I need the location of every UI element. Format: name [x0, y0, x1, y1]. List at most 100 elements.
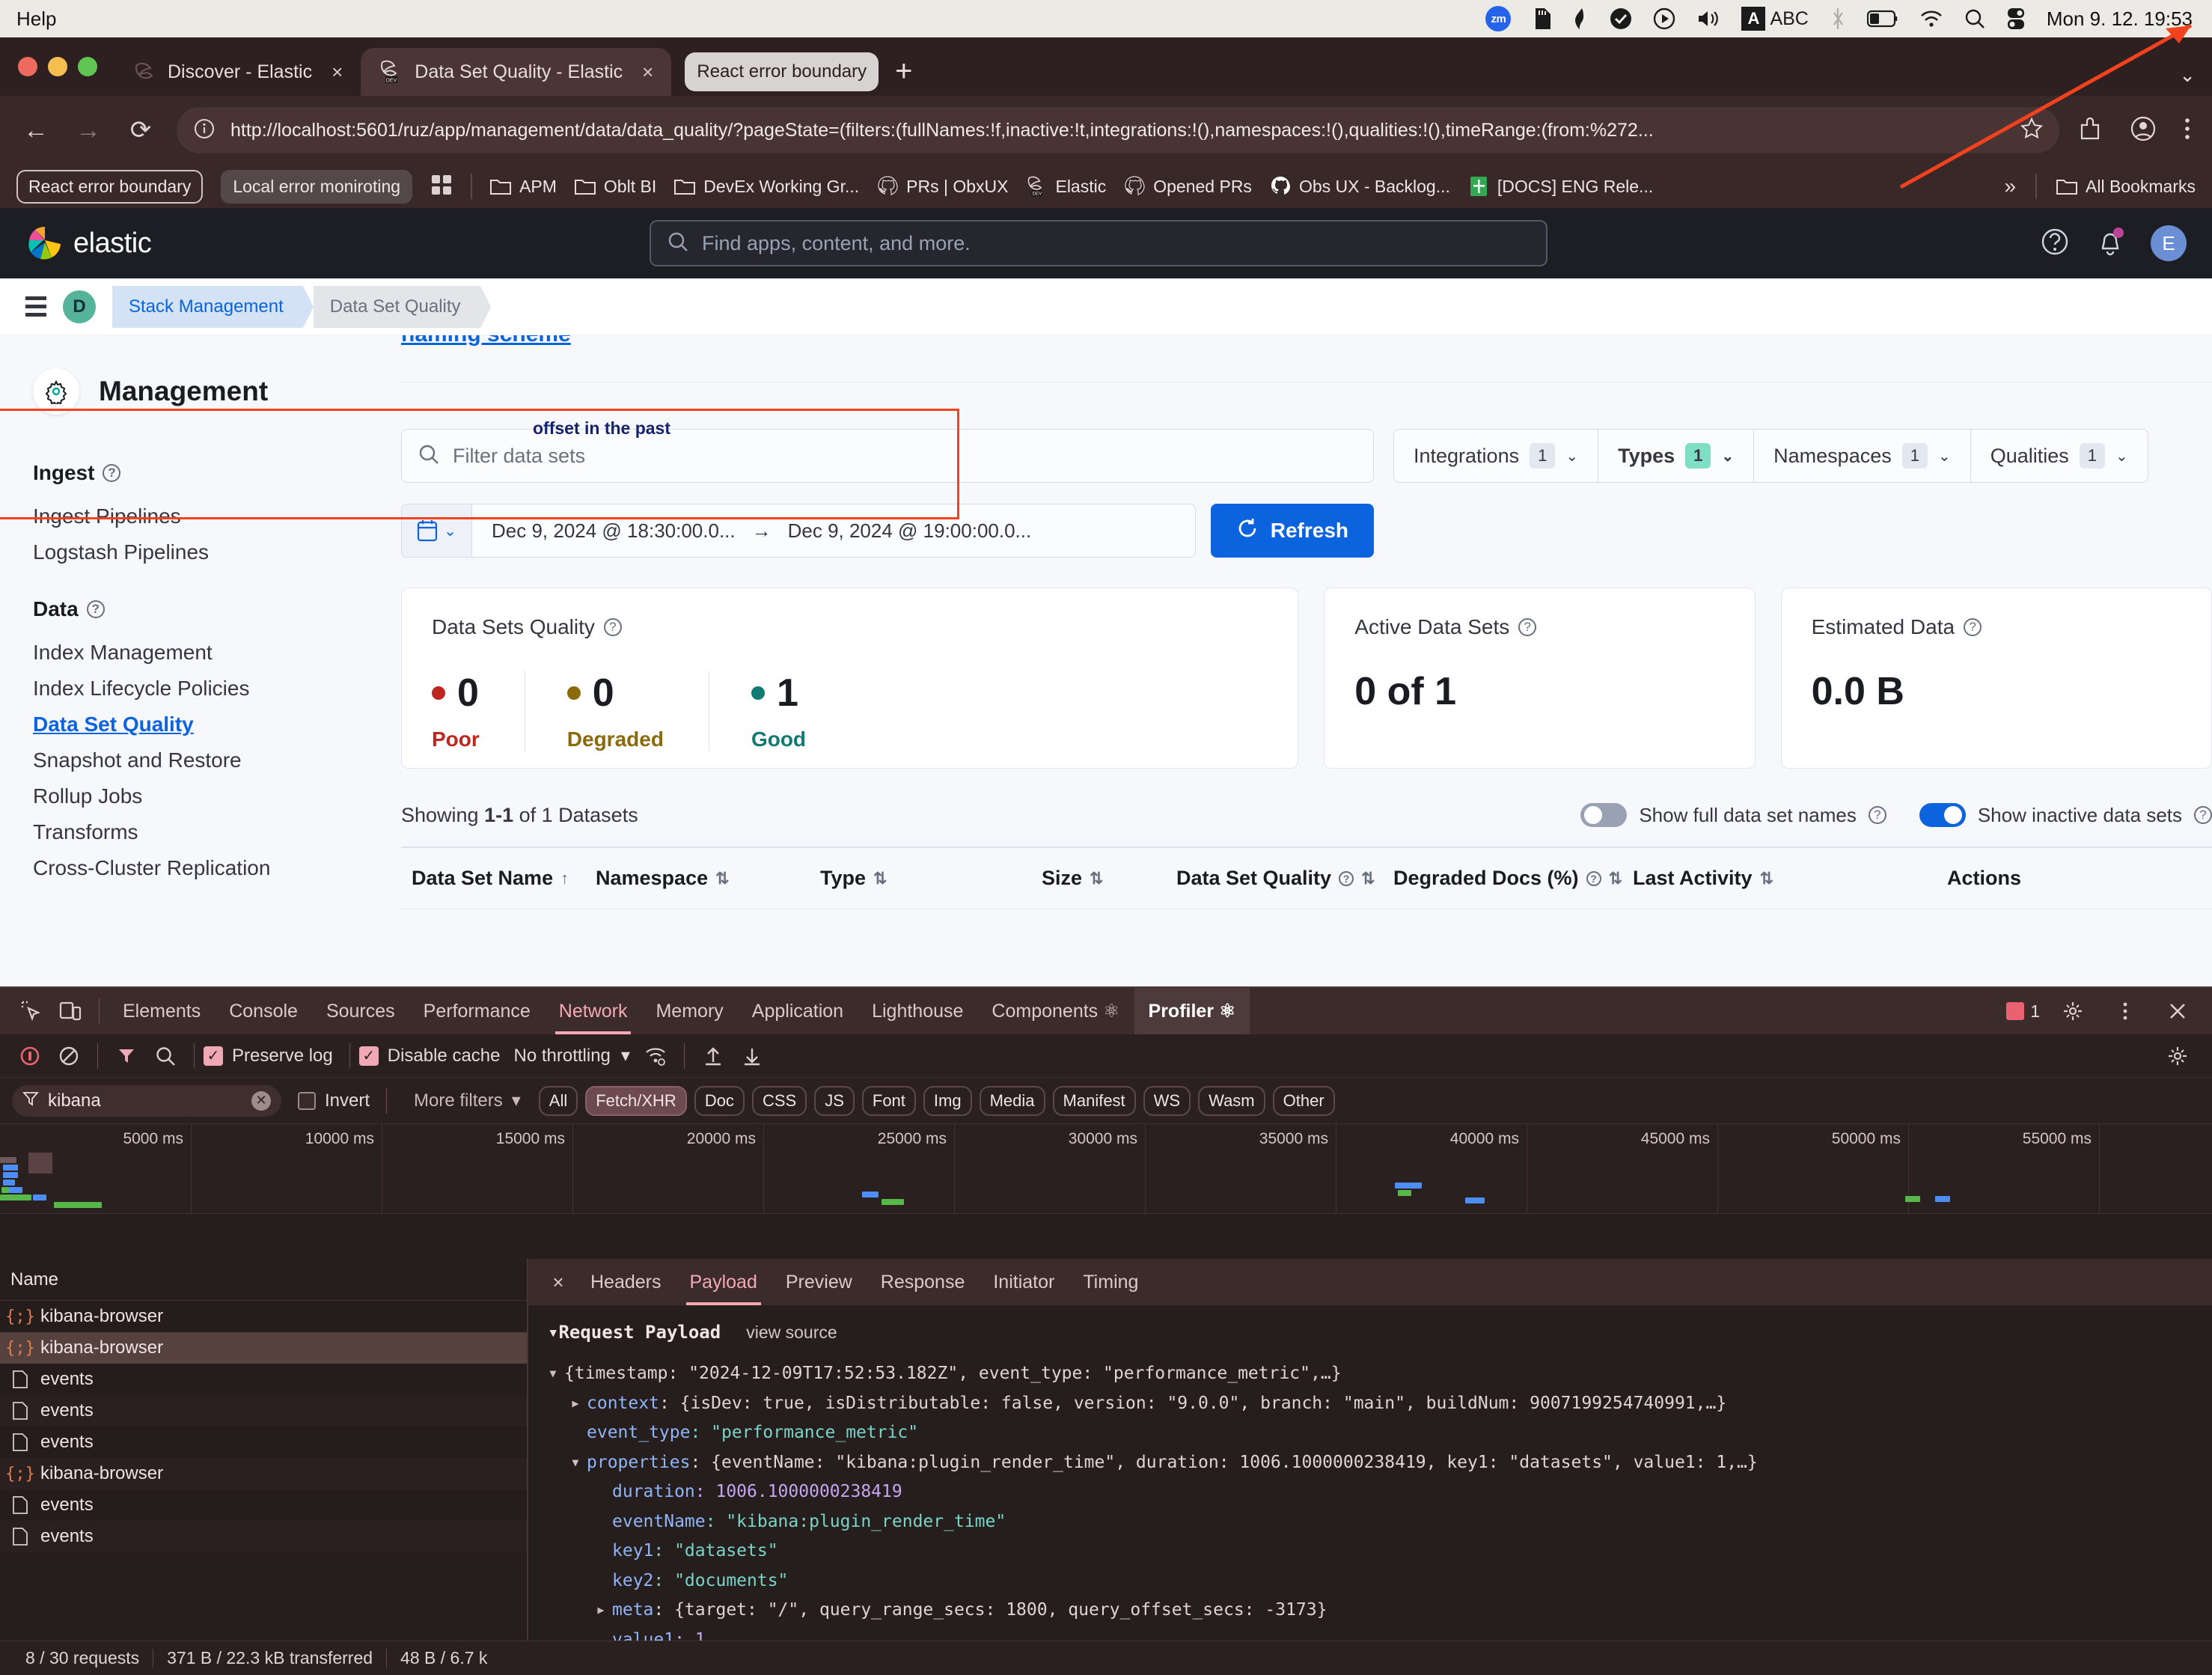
devtools-tab-console[interactable]: Console	[215, 988, 312, 1034]
address-bar[interactable]: http://localhost:5601/ruz/app/management…	[177, 107, 2059, 153]
battery-icon[interactable]	[1866, 10, 1898, 28]
sidebar-item-data-set-quality[interactable]: Data Set Quality	[33, 707, 367, 742]
checkbox[interactable]: ✓	[358, 1046, 379, 1066]
detail-tab-headers[interactable]: Headers	[576, 1259, 676, 1305]
devtools-tab-performance[interactable]: Performance	[409, 988, 545, 1034]
clear-x-icon[interactable]: ✕	[251, 1090, 271, 1111]
pill-wasm[interactable]: Wasm	[1198, 1085, 1265, 1116]
help-icon[interactable]: ?	[1868, 806, 1886, 824]
sort-icon[interactable]: ⇅	[1361, 869, 1375, 888]
throttling-select[interactable]: No throttling ▾	[513, 1045, 629, 1067]
pill-js[interactable]: JS	[814, 1085, 855, 1116]
record-icon[interactable]	[10, 1034, 49, 1078]
view-source-link[interactable]: view source	[746, 1322, 837, 1343]
checkbox-disable-cache[interactable]: ✓ Disable cache	[358, 1046, 500, 1067]
disclosure-triangle-icon[interactable]: ▾	[548, 1359, 564, 1389]
pill-other[interactable]: Other	[1272, 1085, 1335, 1116]
clock[interactable]: Mon 9. 12. 19:53	[2047, 7, 2193, 31]
pill-fetch-xhr[interactable]: Fetch/XHR	[585, 1085, 687, 1116]
sort-icon[interactable]: ⇅	[873, 869, 887, 888]
star-icon[interactable]	[2020, 117, 2043, 144]
device-toolbar-icon[interactable]	[51, 988, 90, 1034]
pill-font[interactable]: Font	[861, 1085, 916, 1116]
filter-types[interactable]: Types 1 ⌄	[1598, 430, 1755, 482]
filter-icon[interactable]	[107, 1034, 146, 1078]
disclosure-triangle-icon[interactable]: ▸	[570, 1389, 587, 1419]
checkbox-preserve-log[interactable]: ✓ Preserve log	[204, 1046, 333, 1067]
date-range-start[interactable]: Dec 9, 2024 @ 18:30:00.0...	[492, 519, 736, 543]
close-icon[interactable]: ×	[540, 1259, 576, 1305]
breadcrumb-stack-management[interactable]: Stack Management	[112, 285, 314, 328]
bookmark-elastic[interactable]: DEV Elastic	[1026, 176, 1106, 197]
volume-icon[interactable]	[1696, 8, 1720, 29]
list-item[interactable]: events	[0, 1489, 527, 1521]
new-tab-button[interactable]: +	[895, 55, 912, 88]
bookmark-obs-ux-backlog[interactable]: Obs UX - Backlog...	[1270, 176, 1450, 197]
checkmark-circle-icon[interactable]	[1610, 7, 1632, 30]
disclosure-triangle-icon[interactable]: ▾	[570, 1448, 587, 1478]
sort-icon[interactable]: ⇅	[715, 869, 729, 888]
window-controls[interactable]	[18, 37, 114, 96]
help-icon[interactable]: ?	[103, 464, 121, 482]
payload-line[interactable]: event_type: "performance_metric"	[548, 1418, 2193, 1448]
tab-data-set-quality[interactable]: DEV Data Set Quality - Elastic ×	[361, 48, 672, 96]
list-item[interactable]: {;} kibana-browser	[0, 1458, 527, 1489]
network-conditions-icon[interactable]	[636, 1034, 675, 1078]
checkbox[interactable]	[298, 1091, 316, 1110]
payload-line[interactable]: ▾ properties: {eventName: "kibana:plugin_…	[548, 1448, 2193, 1478]
avatar[interactable]: E	[2151, 225, 2187, 261]
chevron-down-icon[interactable]: ▾	[512, 1090, 521, 1111]
pill-manifest[interactable]: Manifest	[1052, 1085, 1136, 1116]
bookmark-apm[interactable]: APM	[490, 176, 557, 197]
profile-icon[interactable]	[2130, 115, 2157, 146]
column-header-degraded-docs[interactable]: Degraded Docs (%) ? ⇅	[1393, 867, 1633, 890]
zoom-icon[interactable]: zm	[1485, 6, 1512, 31]
bookmark-local-error-monitoring[interactable]: Local error moniroting	[221, 169, 413, 204]
column-header-last-activity[interactable]: Last Activity ⇅	[1633, 867, 1947, 890]
bookmark-devex-working-group[interactable]: DevEx Working Gr...	[674, 176, 859, 197]
naming-scheme-link[interactable]: naming scheme	[401, 335, 2212, 347]
more-filters-button[interactable]: More filters ▾	[414, 1090, 521, 1111]
column-header-type[interactable]: Type ⇅	[820, 867, 1042, 890]
sidebar-item-index-lifecycle-policies[interactable]: Index Lifecycle Policies	[33, 671, 367, 707]
list-item[interactable]: events	[0, 1395, 527, 1427]
clear-icon[interactable]	[49, 1034, 88, 1078]
refresh-button[interactable]: Refresh	[1210, 504, 1374, 558]
date-range-end[interactable]: Dec 9, 2024 @ 19:00:00.0...	[788, 519, 1032, 543]
filter-namespaces[interactable]: Namespaces 1 ⌄	[1754, 430, 1971, 482]
column-header-data-set-name[interactable]: Data Set Name ↑	[401, 867, 596, 890]
bookmark-oblt-bi[interactable]: Oblt BI	[574, 176, 656, 197]
close-icon[interactable]	[2158, 988, 2197, 1034]
chevron-down-icon[interactable]: ⌄	[2115, 447, 2128, 466]
payload-line[interactable]: ▸ meta: {target: "/", query_range_secs: 1…	[548, 1596, 2193, 1626]
list-item[interactable]: {;} kibana-browser	[0, 1301, 527, 1332]
help-icon[interactable]: ?	[1964, 618, 1982, 636]
chevron-down-icon[interactable]: ▾	[621, 1045, 630, 1067]
toggle-switch[interactable]	[1580, 803, 1628, 827]
minimize-window-button[interactable]	[48, 57, 67, 76]
sidebar-item-snapshot-and-restore[interactable]: Snapshot and Restore	[33, 742, 367, 778]
payload-line[interactable]: ▾ {timestamp: "2024-12-09T17:52:53.182Z",…	[548, 1359, 2193, 1389]
chevron-down-icon[interactable]: ⌄	[444, 522, 456, 540]
disclosure-triangle-icon[interactable]: ▸	[596, 1596, 612, 1626]
sd-card-icon[interactable]	[1532, 7, 1551, 30]
wifi-icon[interactable]	[1919, 9, 1943, 28]
bookmark-all-bookmarks[interactable]: All Bookmarks	[2056, 176, 2196, 197]
list-item[interactable]: events	[0, 1364, 527, 1395]
bookmark-react-error-boundary[interactable]: React error boundary	[16, 169, 204, 204]
filter-integrations[interactable]: Integrations 1 ⌄	[1394, 430, 1599, 482]
sidebar-item-rollup-jobs[interactable]: Rollup Jobs	[33, 778, 367, 814]
tab-discover[interactable]: Discover - Elastic ×	[114, 48, 361, 96]
news-bell-icon[interactable]	[2095, 226, 2125, 261]
network-filter-input[interactable]: kibana ✕	[12, 1084, 281, 1117]
maximize-window-button[interactable]	[78, 57, 97, 76]
toggle-show-inactive[interactable]: Show inactive data sets ?	[1919, 803, 2212, 827]
list-item[interactable]: {;} kibana-browser	[0, 1332, 527, 1364]
devtools-tab-application[interactable]: Application	[738, 988, 858, 1034]
date-picker[interactable]: ⌄ Dec 9, 2024 @ 18:30:00.0... → Dec 9, 2…	[401, 504, 1196, 558]
checkbox[interactable]: ✓	[204, 1046, 223, 1066]
pill-media[interactable]: Media	[979, 1085, 1045, 1116]
breadcrumb-data-set-quality[interactable]: Data Set Quality	[313, 285, 491, 328]
apps-grid-icon[interactable]	[430, 174, 453, 200]
chevron-down-icon[interactable]: ⌄	[2179, 64, 2196, 87]
